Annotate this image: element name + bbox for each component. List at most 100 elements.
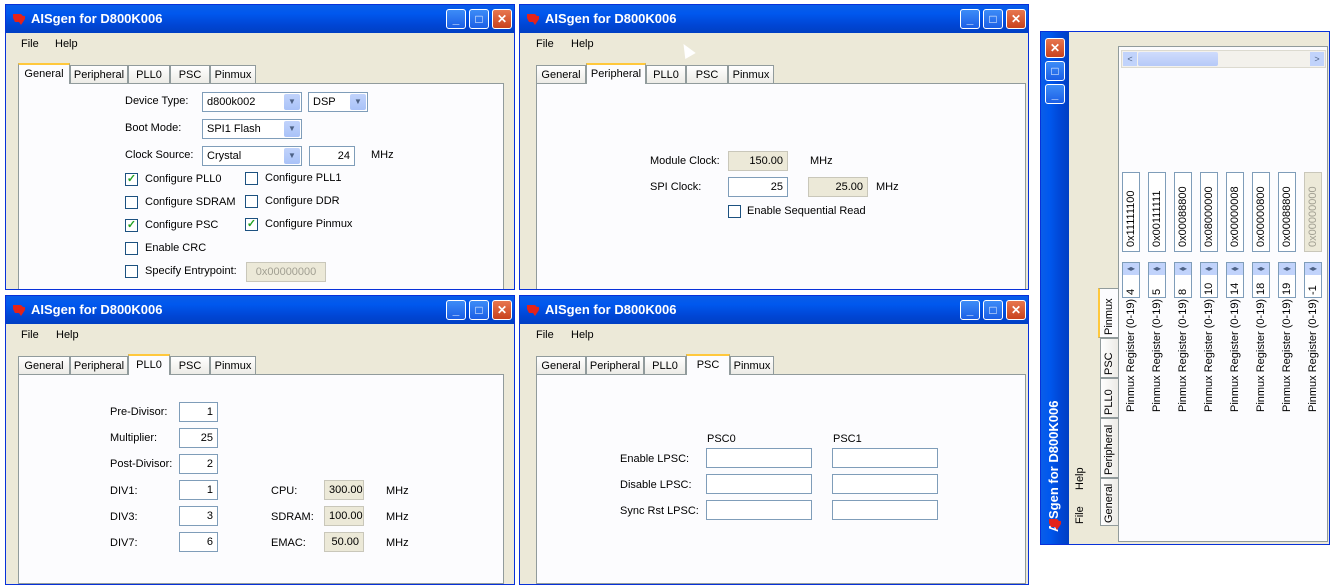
tab-general[interactable]: General	[18, 356, 70, 374]
pinmux-value-input[interactable]: 0x00088800	[1174, 172, 1192, 252]
pinmux-value-input[interactable]: 0x00000800	[1252, 172, 1270, 252]
menu-help[interactable]: Help	[571, 38, 594, 50]
device-mode-select[interactable]: DSP ▼	[308, 92, 368, 112]
entrypoint-input[interactable]: 0x00000000	[246, 262, 326, 282]
maximize-button[interactable]: □	[1045, 61, 1065, 81]
menu-help[interactable]: Help	[1074, 467, 1086, 490]
minimize-button[interactable]: _	[960, 300, 980, 320]
pinmux-index-stepper[interactable]: ◂▸ 14	[1226, 262, 1244, 298]
tab-general[interactable]: General	[18, 63, 70, 84]
menu-help[interactable]: Help	[571, 329, 594, 341]
tab-pinmux[interactable]: Pinmux	[1098, 288, 1118, 338]
spin-arrows-icon[interactable]: ◂▸	[1149, 263, 1165, 275]
chevron-down-icon[interactable]: ▼	[284, 148, 300, 164]
close-button[interactable]: ✕	[1006, 300, 1026, 320]
sync-rst-lpsc-psc0-input[interactable]	[706, 500, 812, 520]
configure-ddr-checkbox[interactable]	[245, 195, 258, 208]
tab-pll0[interactable]: PLL0	[128, 354, 170, 375]
tab-pinmux[interactable]: Pinmux	[210, 65, 256, 83]
device-type-select[interactable]: d800k002 ▼	[202, 92, 302, 112]
enable-lpsc-psc1-input[interactable]	[832, 448, 938, 468]
close-button[interactable]: ✕	[1006, 9, 1026, 29]
tab-psc[interactable]: PSC	[170, 356, 210, 374]
close-button[interactable]: ✕	[492, 9, 512, 29]
title-bar[interactable]: AISgen for D800K006 _ □ ✕	[520, 296, 1028, 324]
spi-clock-input[interactable]: 25	[728, 177, 788, 197]
scroll-right-button[interactable]: >	[1310, 52, 1324, 66]
clock-source-select[interactable]: Crystal ▼	[202, 146, 302, 166]
chevron-down-icon[interactable]: ▼	[284, 121, 300, 137]
specify-entrypoint-checkbox[interactable]	[125, 265, 138, 278]
boot-mode-select[interactable]: SPI1 Flash ▼	[202, 119, 302, 139]
pinmux-index-stepper[interactable]: ◂▸ 4	[1122, 262, 1140, 298]
close-button[interactable]: ✕	[492, 300, 512, 320]
disable-lpsc-psc0-input[interactable]	[706, 474, 812, 494]
tab-peripheral[interactable]: Peripheral	[70, 65, 128, 83]
menu-file[interactable]: File	[536, 38, 554, 50]
div7-input[interactable]: 6	[179, 532, 218, 552]
pinmux-index-stepper[interactable]: ◂▸ -1	[1304, 262, 1322, 298]
tab-peripheral[interactable]: Peripheral	[1100, 418, 1118, 478]
tab-general[interactable]: General	[536, 65, 586, 83]
tab-pinmux[interactable]: Pinmux	[728, 65, 774, 83]
tab-pll0[interactable]: PLL0	[646, 65, 686, 83]
close-button[interactable]: ✕	[1045, 38, 1065, 58]
spin-arrows-icon[interactable]: ◂▸	[1279, 263, 1295, 275]
spin-arrows-icon[interactable]: ◂▸	[1175, 263, 1191, 275]
multiplier-input[interactable]: 25	[179, 428, 218, 448]
tab-pinmux[interactable]: Pinmux	[730, 356, 774, 374]
tab-pll0[interactable]: PLL0	[1100, 378, 1118, 418]
tab-pll0[interactable]: PLL0	[644, 356, 686, 374]
menu-file[interactable]: File	[536, 329, 554, 341]
chevron-down-icon[interactable]: ▼	[284, 94, 300, 110]
sequential-read-checkbox[interactable]	[728, 205, 741, 218]
pinmux-value-input[interactable]: 0x08000000	[1200, 172, 1218, 252]
pinmux-index-stepper[interactable]: ◂▸ 19	[1278, 262, 1296, 298]
pinmux-value-input[interactable]: 0x00111111	[1148, 172, 1166, 252]
title-bar[interactable]: AISgen for D800K006 _ □ ✕	[520, 5, 1028, 33]
minimize-button[interactable]: _	[446, 300, 466, 320]
pinmux-index-stepper[interactable]: ◂▸ 10	[1200, 262, 1218, 298]
pinmux-index-stepper[interactable]: ◂▸ 5	[1148, 262, 1166, 298]
configure-sdram-checkbox[interactable]	[125, 196, 138, 209]
minimize-button[interactable]: _	[1045, 84, 1065, 104]
tab-psc[interactable]: PSC	[686, 354, 730, 375]
title-bar[interactable]: AISgen for D800K006 _ □ ✕	[6, 5, 514, 33]
pinmux-value-input[interactable]: 0x00000000	[1304, 172, 1322, 252]
spin-arrows-icon[interactable]: ◂▸	[1201, 263, 1217, 275]
div1-input[interactable]: 1	[179, 480, 218, 500]
minimize-button[interactable]: _	[446, 9, 466, 29]
menu-help[interactable]: Help	[55, 38, 78, 50]
maximize-button[interactable]: □	[469, 9, 489, 29]
horizontal-scrollbar[interactable]: < >	[1121, 50, 1326, 68]
pinmux-value-input[interactable]: 0x11111100	[1122, 172, 1140, 252]
enable-lpsc-psc0-input[interactable]	[706, 448, 812, 468]
chevron-down-icon[interactable]: ▼	[350, 94, 366, 110]
tab-psc[interactable]: PSC	[170, 65, 210, 83]
tab-pinmux[interactable]: Pinmux	[210, 356, 256, 374]
menu-file[interactable]: File	[21, 329, 39, 341]
div3-input[interactable]: 3	[179, 506, 218, 526]
maximize-button[interactable]: □	[983, 9, 1003, 29]
pinmux-index-stepper[interactable]: ◂▸ 8	[1174, 262, 1192, 298]
configure-pll1-checkbox[interactable]	[245, 172, 258, 185]
configure-pinmux-checkbox[interactable]: ✓	[245, 218, 258, 231]
menu-file[interactable]: File	[21, 38, 39, 50]
spin-arrows-icon[interactable]: ◂▸	[1227, 263, 1243, 275]
title-bar[interactable]: ✕ □ _ AISgen for D800K006	[1041, 32, 1069, 544]
title-bar[interactable]: AISgen for D800K006 _ □ ✕	[6, 296, 514, 324]
menu-help[interactable]: Help	[56, 329, 79, 341]
enable-crc-checkbox[interactable]	[125, 242, 138, 255]
spin-arrows-icon[interactable]: ◂▸	[1253, 263, 1269, 275]
tab-general[interactable]: General	[1100, 478, 1118, 526]
pre-divisor-input[interactable]: 1	[179, 402, 218, 422]
configure-psc-checkbox[interactable]: ✓	[125, 219, 138, 232]
post-divisor-input[interactable]: 2	[179, 454, 218, 474]
scroll-thumb[interactable]	[1138, 52, 1218, 66]
tab-psc[interactable]: PSC	[1100, 338, 1118, 378]
maximize-button[interactable]: □	[983, 300, 1003, 320]
tab-general[interactable]: General	[536, 356, 586, 374]
tab-pll0[interactable]: PLL0	[128, 65, 170, 83]
tab-peripheral[interactable]: Peripheral	[586, 63, 646, 84]
pinmux-index-stepper[interactable]: ◂▸ 18	[1252, 262, 1270, 298]
